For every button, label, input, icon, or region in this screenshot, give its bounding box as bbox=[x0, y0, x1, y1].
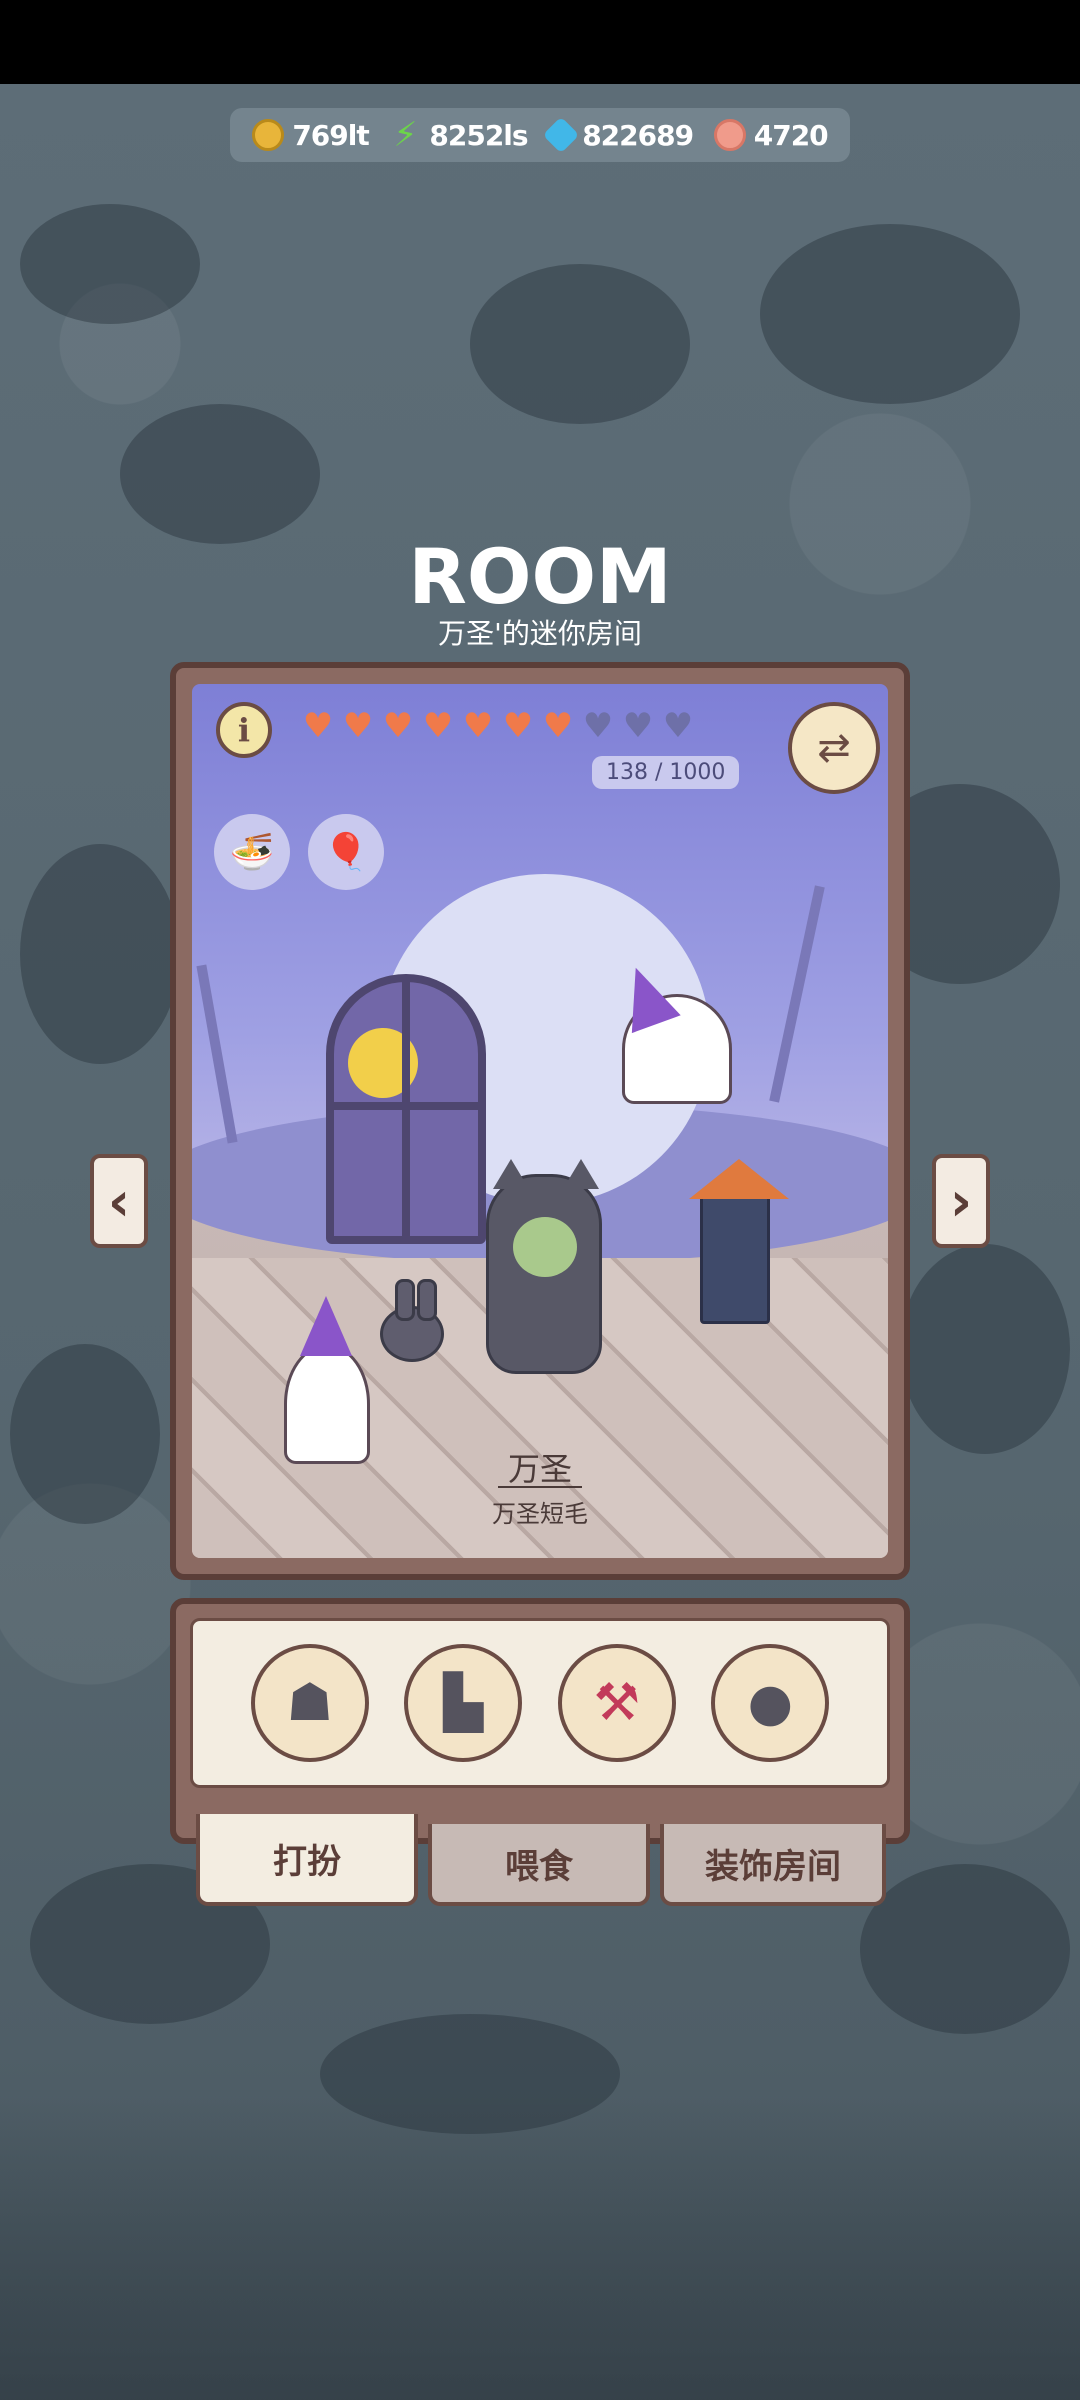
item-cape[interactable]: ▙ bbox=[404, 1644, 523, 1762]
tab-dress-up[interactable]: 打扮 bbox=[196, 1814, 418, 1906]
hot-air-balloon-button[interactable]: 🎈 bbox=[308, 814, 384, 890]
bunny-plush-icon: ● bbox=[747, 1673, 793, 1733]
bunny-plush[interactable] bbox=[380, 1279, 444, 1362]
item-panel: ☗ ▙ ⚒ ● bbox=[170, 1598, 910, 1844]
witch-hat-icon bbox=[300, 1296, 352, 1356]
page-title: ROOM bbox=[408, 532, 672, 621]
heart-full-icon: ♥ bbox=[462, 706, 494, 746]
heart-full-icon: ♥ bbox=[502, 706, 534, 746]
item-list: ☗ ▙ ⚒ ● bbox=[190, 1618, 890, 1788]
coin-icon bbox=[252, 119, 285, 151]
bottom-tabs: 打扮 喂食 装饰房间 bbox=[196, 1814, 886, 1914]
arched-window bbox=[326, 974, 486, 1244]
lightning-icon: ⚡ bbox=[393, 115, 418, 155]
currency-bar: 769lt ⚡ 8252ls 822689 4720 bbox=[230, 108, 850, 162]
gem-value: 822689 bbox=[582, 118, 694, 152]
info-button[interactable]: i bbox=[216, 702, 272, 758]
item-ghost-hood[interactable]: ☗ bbox=[250, 1644, 369, 1762]
coin-value: 769lt bbox=[292, 118, 369, 152]
tab-feed[interactable]: 喂食 bbox=[428, 1824, 650, 1906]
coin-counter: 769lt bbox=[252, 118, 370, 152]
room-frame: i ♥ ♥ ♥ ♥ ♥ ♥ ♥ ♥ ♥ ♥ 138 / 1000 ⇄ 🍜 🎈 万圣 万圣短毛 bbox=[170, 662, 910, 1580]
heart-full-icon: ♥ bbox=[342, 706, 374, 746]
gem-counter: 822689 bbox=[542, 116, 694, 154]
swap-cat-button[interactable]: ⇄ bbox=[788, 702, 880, 794]
affection-hearts: ♥ ♥ ♥ ♥ ♥ ♥ ♥ ♥ ♥ ♥ bbox=[300, 708, 696, 744]
room-scene: i ♥ ♥ ♥ ♥ ♥ ♥ ♥ ♥ ♥ ♥ 138 / 1000 ⇄ 🍜 🎈 万圣 万圣短毛 bbox=[192, 684, 888, 1558]
heart-full-icon: ♥ bbox=[542, 706, 574, 746]
pet-breed: 万圣短毛 bbox=[492, 1500, 588, 1528]
heart-empty-icon: ♥ bbox=[662, 706, 694, 746]
pet-cat[interactable] bbox=[486, 1159, 602, 1374]
previous-room-button[interactable]: ‹ bbox=[90, 1154, 148, 1248]
chevron-left-icon: ‹ bbox=[107, 1169, 131, 1233]
swap-cats-icon: ⇄ bbox=[817, 725, 851, 771]
heart-empty-icon: ♥ bbox=[582, 706, 614, 746]
status-bar bbox=[0, 0, 1080, 84]
tab-decorate-room[interactable]: 装饰房间 bbox=[660, 1824, 886, 1906]
pet-name: 万圣 bbox=[507, 1450, 572, 1488]
gem-icon bbox=[542, 116, 580, 154]
bare-tree-left bbox=[196, 964, 238, 1144]
name-divider bbox=[498, 1486, 582, 1488]
chevron-right-icon: › bbox=[949, 1169, 973, 1233]
item-bunny-plush[interactable]: ● bbox=[711, 1644, 830, 1762]
item-scythe[interactable]: ⚒ bbox=[557, 1644, 676, 1762]
scythe-icon: ⚒ bbox=[593, 1673, 641, 1733]
paw-counter: 4720 bbox=[713, 118, 829, 152]
page-subtitle: 万圣'的迷你房间 bbox=[438, 617, 642, 650]
paw-icon bbox=[713, 119, 746, 151]
bare-tree-right bbox=[769, 885, 825, 1103]
energy-value: 8252ls bbox=[429, 118, 528, 152]
heart-empty-icon: ♥ bbox=[622, 706, 654, 746]
heart-full-icon: ♥ bbox=[382, 706, 414, 746]
affection-progress-text: 138 / 1000 bbox=[592, 756, 740, 789]
paw-value: 4720 bbox=[753, 118, 829, 152]
heart-full-icon: ♥ bbox=[422, 706, 454, 746]
next-room-button[interactable]: › bbox=[932, 1154, 990, 1248]
energy-counter: ⚡ 8252ls bbox=[389, 115, 528, 155]
ghost-hood-icon: ☗ bbox=[286, 1673, 334, 1733]
food-bowl-icon: 🍜 bbox=[229, 832, 275, 873]
heart-full-icon: ♥ bbox=[302, 706, 334, 746]
food-bowl-button[interactable]: 🍜 bbox=[214, 814, 290, 890]
hot-air-balloon-icon: 🎈 bbox=[323, 832, 369, 873]
cape-icon: ▙ bbox=[443, 1673, 484, 1733]
haunted-clock-decoration[interactable] bbox=[689, 1159, 789, 1324]
